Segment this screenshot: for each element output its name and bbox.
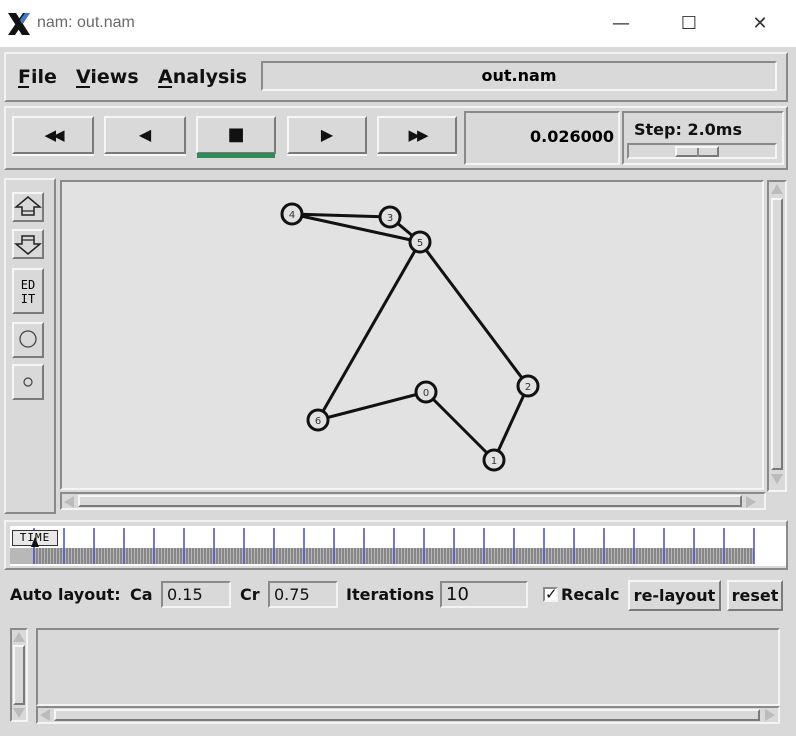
scroll-right-icon[interactable]: [746, 496, 756, 508]
scroll-up-icon[interactable]: [771, 184, 783, 194]
menu-file[interactable]: File: [18, 66, 57, 88]
stop-icon: ■: [227, 124, 245, 145]
link-0-6[interactable]: [317, 390, 427, 422]
time-display: 0.026000: [464, 111, 620, 165]
menu-analysis[interactable]: Analysis: [158, 66, 247, 88]
zoom-out-icon: [14, 235, 42, 255]
node-label-6: 6: [315, 416, 321, 427]
close-icon: ✕: [752, 13, 768, 34]
reset-button[interactable]: reset: [727, 580, 783, 611]
link-1-0[interactable]: [424, 390, 496, 462]
ca-input[interactable]: 0.15: [161, 581, 231, 608]
canvas-hscroll-thumb[interactable]: [78, 495, 742, 507]
timeline-bar[interactable]: TIME: [10, 526, 786, 566]
node-1[interactable]: 1: [482, 448, 506, 472]
maximize-button[interactable]: ☐: [666, 8, 712, 40]
zoom-out-button[interactable]: [12, 229, 44, 259]
check-icon: ✓: [545, 585, 558, 603]
file-name-display: out.nam: [261, 61, 777, 91]
zoom-in-icon: [14, 196, 42, 216]
circle-small-icon: [23, 377, 33, 387]
node-label-1: 1: [491, 456, 497, 467]
node-label-2: 2: [525, 382, 531, 393]
fast-forward-button[interactable]: ▶▶: [377, 116, 457, 154]
cr-input[interactable]: 0.75: [268, 581, 338, 608]
close-button[interactable]: ✕: [737, 8, 783, 40]
annotation-scroll-down-icon[interactable]: [13, 708, 25, 718]
annotation-scroll-left-icon[interactable]: [40, 709, 50, 721]
x-logo-icon: [8, 13, 30, 35]
ca-label: Ca: [130, 585, 153, 604]
node-4[interactable]: 4: [280, 202, 304, 226]
canvas-vertical-scrollbar[interactable]: [767, 180, 787, 492]
annotation-horizontal-scrollbar[interactable]: [36, 706, 780, 724]
canvas-vscroll-thumb[interactable]: [771, 198, 783, 470]
scroll-left-icon[interactable]: [64, 496, 74, 508]
scroll-down-icon[interactable]: [771, 474, 783, 484]
link-2-1[interactable]: [492, 385, 530, 461]
large-node-button[interactable]: [12, 322, 44, 358]
minimize-button[interactable]: —: [598, 8, 644, 40]
step-label: Step: 2.0ms: [634, 120, 742, 139]
iterations-input[interactable]: 10: [440, 581, 528, 608]
link-5-2[interactable]: [418, 241, 530, 387]
annotation-area[interactable]: [36, 628, 780, 706]
node-6[interactable]: 6: [306, 408, 330, 432]
zoom-in-button[interactable]: [12, 192, 44, 222]
node-label-3: 3: [387, 213, 393, 224]
link-5-6[interactable]: [316, 241, 422, 421]
play-icon: ▶: [320, 125, 334, 144]
recalc-label: Recalc: [561, 585, 620, 604]
node-2[interactable]: 2: [516, 374, 540, 398]
node-0[interactable]: 0: [414, 380, 438, 404]
step-back-button[interactable]: ◀: [104, 116, 186, 154]
node-label-0: 0: [423, 388, 429, 399]
canvas-horizontal-scrollbar[interactable]: [60, 492, 766, 510]
fast-forward-icon: ▶▶: [408, 126, 428, 144]
timeline-ticks: [10, 528, 755, 564]
recalc-checkbox[interactable]: ✓: [543, 585, 558, 603]
auto-layout-label: Auto layout:: [10, 585, 121, 604]
title-bar: nam: out.nam — ☐ ✕: [0, 0, 796, 47]
time-marker-icon[interactable]: [31, 537, 39, 547]
cr-label: Cr: [240, 585, 260, 604]
stop-active-indicator: [197, 153, 275, 158]
node-3[interactable]: 3: [378, 205, 402, 229]
window-title: nam: out.nam: [37, 14, 135, 31]
edit-label-top: ED: [20, 278, 36, 292]
edit-button[interactable]: ED IT: [12, 268, 44, 314]
network-graph: 0 1 2 3 4 5 6: [280, 202, 540, 472]
annotation-vscroll-thumb[interactable]: [13, 645, 25, 705]
maximize-icon: ☐: [680, 13, 698, 34]
node-label-4: 4: [289, 210, 295, 221]
annotation-scroll-up-icon[interactable]: [13, 632, 25, 642]
step-slider-thumb[interactable]: [675, 146, 719, 157]
play-button[interactable]: ▶: [287, 116, 367, 154]
annotation-hscroll-thumb[interactable]: [54, 709, 760, 721]
annotation-scroll-right-icon[interactable]: [765, 709, 775, 721]
network-canvas[interactable]: 0 1 2 3 4 5 6: [60, 180, 764, 490]
edit-label-bottom: IT: [20, 292, 36, 306]
circle-large-icon: [19, 330, 37, 348]
step-slider[interactable]: [627, 143, 777, 159]
rewind-icon: ◀◀: [44, 126, 64, 144]
annotation-vertical-scrollbar[interactable]: [10, 628, 28, 722]
rewind-button[interactable]: ◀◀: [12, 116, 94, 154]
back-icon: ◀: [138, 125, 152, 144]
small-node-button[interactable]: [12, 364, 44, 400]
relayout-button[interactable]: re-layout: [628, 580, 721, 611]
node-5[interactable]: 5: [408, 230, 432, 254]
iterations-label: Iterations: [346, 585, 435, 604]
node-label-5: 5: [417, 238, 423, 249]
menu-views[interactable]: Views: [76, 66, 139, 88]
stop-button[interactable]: ■: [196, 116, 276, 154]
minimize-icon: —: [612, 13, 630, 34]
